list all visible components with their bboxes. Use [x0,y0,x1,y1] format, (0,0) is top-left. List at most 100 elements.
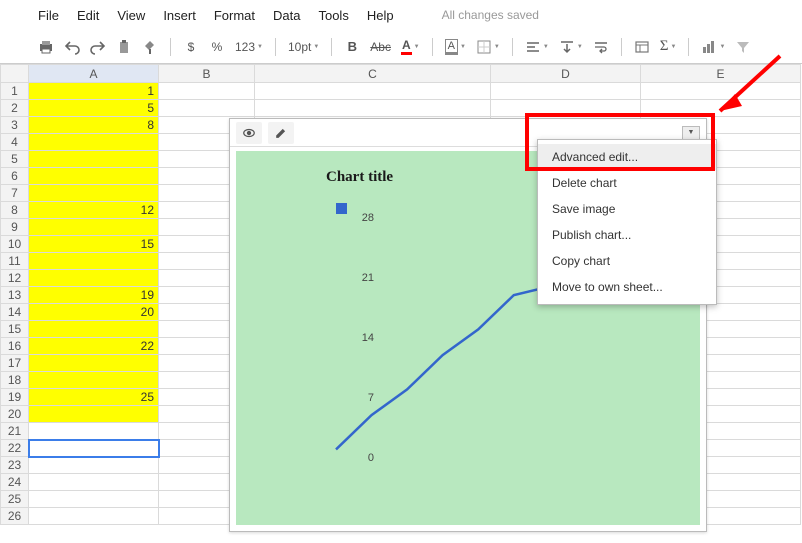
cell[interactable] [29,406,159,423]
cell[interactable] [491,100,641,117]
menu-copy-chart[interactable]: Copy chart [538,248,716,274]
functions-button[interactable]: Σ [658,36,679,58]
col-header-A[interactable]: A [29,65,159,83]
row-header[interactable]: 23 [1,457,29,474]
cell[interactable]: 19 [29,287,159,304]
menu-insert[interactable]: Insert [163,8,196,23]
menu-publish-chart[interactable]: Publish chart... [538,222,716,248]
cell[interactable] [29,355,159,372]
cell[interactable] [159,100,255,117]
halign-button[interactable] [523,36,551,58]
undo-icon[interactable] [62,36,82,58]
currency-button[interactable]: $ [181,36,201,58]
row-header[interactable]: 18 [1,372,29,389]
cell[interactable] [29,168,159,185]
cell[interactable] [255,100,491,117]
row-header[interactable]: 7 [1,185,29,202]
cell[interactable]: 8 [29,117,159,134]
cell[interactable] [641,83,801,100]
menu-delete-chart[interactable]: Delete chart [538,170,716,196]
row-header[interactable]: 13 [1,287,29,304]
row-header[interactable]: 15 [1,321,29,338]
row-header[interactable]: 21 [1,423,29,440]
menu-edit[interactable]: Edit [77,8,99,23]
fill-color-button[interactable]: A [443,36,468,58]
menu-file[interactable]: File [38,8,59,23]
clipboard-icon[interactable] [114,36,134,58]
cell[interactable] [29,474,159,491]
cell[interactable] [29,440,159,457]
cell[interactable] [29,423,159,440]
cell[interactable] [29,151,159,168]
cell[interactable] [29,185,159,202]
cell[interactable] [29,457,159,474]
row-header[interactable]: 25 [1,491,29,508]
row-header[interactable]: 24 [1,474,29,491]
row-header[interactable]: 16 [1,338,29,355]
row-header[interactable]: 12 [1,270,29,287]
cell[interactable] [29,321,159,338]
menu-tools[interactable]: Tools [318,8,348,23]
redo-icon[interactable] [88,36,108,58]
row-header[interactable]: 3 [1,117,29,134]
cell[interactable] [159,83,255,100]
menu-format[interactable]: Format [214,8,255,23]
cell[interactable]: 12 [29,202,159,219]
cell[interactable] [255,83,491,100]
spreadsheet-grid[interactable]: A B C D E 112538456781291015111213191420… [0,64,802,543]
menu-save-image[interactable]: Save image [538,196,716,222]
cell[interactable] [29,219,159,236]
row-header[interactable]: 26 [1,508,29,525]
row-header[interactable]: 14 [1,304,29,321]
row-header[interactable]: 22 [1,440,29,457]
row-header[interactable]: 10 [1,236,29,253]
menu-view[interactable]: View [117,8,145,23]
cell[interactable] [29,253,159,270]
cell[interactable] [29,134,159,151]
cell[interactable]: 5 [29,100,159,117]
borders-button[interactable] [474,36,502,58]
row-header[interactable]: 2 [1,100,29,117]
cell[interactable]: 15 [29,236,159,253]
row-header[interactable]: 5 [1,151,29,168]
menu-data[interactable]: Data [273,8,300,23]
row-header[interactable]: 6 [1,168,29,185]
cell[interactable]: 25 [29,389,159,406]
font-size-button[interactable]: 10pt [286,36,321,58]
cell[interactable] [29,372,159,389]
cell[interactable] [29,508,159,525]
cell[interactable] [491,83,641,100]
row-header[interactable]: 1 [1,83,29,100]
number-format-button[interactable]: 123 [233,36,265,58]
row-header[interactable]: 11 [1,253,29,270]
bold-button[interactable]: B [342,36,362,58]
print-icon[interactable] [36,36,56,58]
col-header-C[interactable]: C [255,65,491,83]
strikethrough-button[interactable]: Abc [368,36,393,58]
chart-edit-mode-icon[interactable] [268,122,294,144]
row-header[interactable]: 17 [1,355,29,372]
valign-button[interactable] [557,36,585,58]
cell[interactable] [29,491,159,508]
row-header[interactable]: 20 [1,406,29,423]
insert-chart-icon[interactable] [699,36,727,58]
select-all-corner[interactable] [1,65,29,83]
cell[interactable]: 22 [29,338,159,355]
cell[interactable] [641,100,801,117]
row-header[interactable]: 19 [1,389,29,406]
insert-link-icon[interactable] [632,36,652,58]
chart-view-mode-icon[interactable] [236,122,262,144]
menu-advanced-edit[interactable]: Advanced edit... [538,144,716,170]
row-header[interactable]: 9 [1,219,29,236]
col-header-E[interactable]: E [641,65,801,83]
menu-help[interactable]: Help [367,8,394,23]
row-header[interactable]: 4 [1,134,29,151]
cell[interactable]: 1 [29,83,159,100]
filter-icon[interactable] [733,36,753,58]
row-header[interactable]: 8 [1,202,29,219]
paint-format-icon[interactable] [140,36,160,58]
wrap-text-button[interactable] [591,36,611,58]
col-header-B[interactable]: B [159,65,255,83]
text-color-button[interactable]: A [399,36,422,58]
chart-menu-dropdown[interactable]: ▼ [682,126,700,140]
